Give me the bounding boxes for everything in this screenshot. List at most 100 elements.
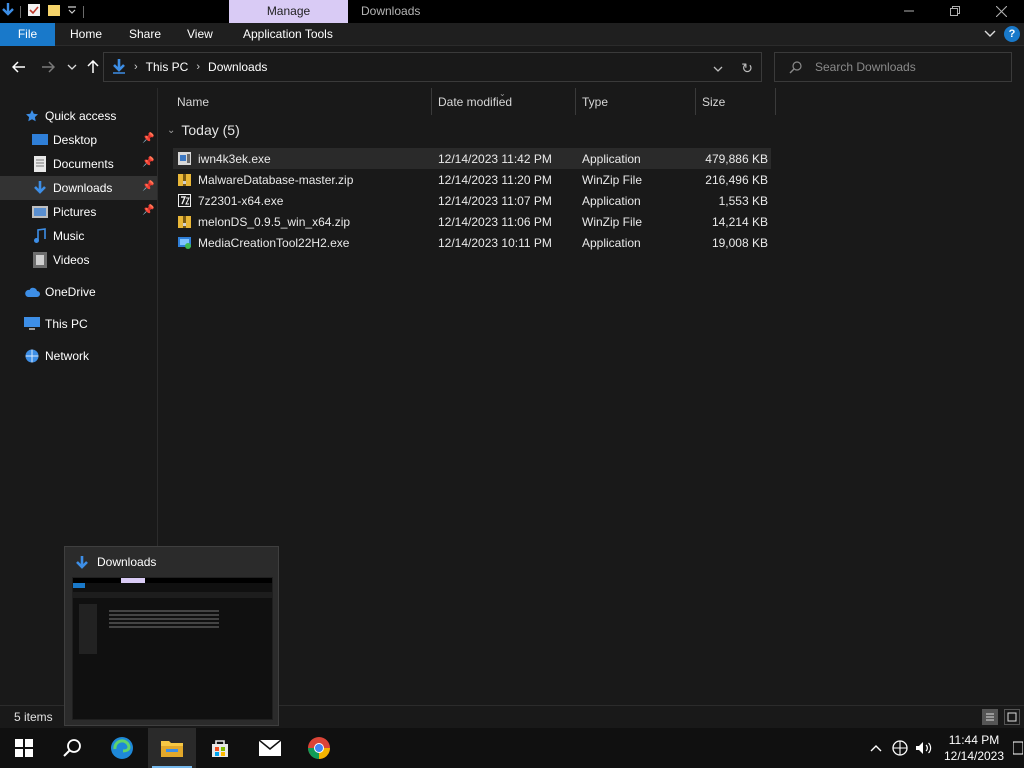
exe-icon [177,151,192,166]
file-row[interactable]: MediaCreationTool22H2.exe 12/14/2023 10:… [173,232,771,253]
large-icons-view-button[interactable] [1004,709,1020,725]
file-size: 479,886 KB [705,151,768,166]
details-view-icon [986,713,994,721]
item-count: 5 items [14,710,53,724]
qat-divider [20,5,21,18]
taskbar-store-button[interactable] [196,728,244,768]
column-header-date-modified[interactable]: Date modified [438,88,512,115]
zip-icon [177,172,192,187]
nav-item-network[interactable]: Network [0,344,157,368]
quick-access-toolbar [0,0,84,23]
pin-icon: 📌 [142,157,155,168]
network-status-button[interactable] [888,728,912,768]
taskbar-mail-button[interactable] [246,728,294,768]
address-history-chevron-icon[interactable] [713,61,723,75]
file-date: 12/14/2023 10:11 PM [438,235,552,250]
tab-application-tools[interactable]: Application Tools [243,23,333,46]
ribbon-tabs: File Home Share View Application Tools ? [0,23,1024,46]
chevron-down-icon [67,64,77,70]
file-name: melonDS_0.9.5_win_x64.zip [198,214,351,229]
tab-view[interactable]: View [187,23,213,46]
search-input[interactable] [815,53,1005,81]
taskbar-chrome-button[interactable] [295,728,343,768]
nav-item-documents[interactable]: Documents 📌 [0,152,157,176]
tab-file[interactable]: File [0,23,55,46]
file-row[interactable]: MalwareDatabase-master.zip 12/14/2023 11… [173,169,771,190]
edge-icon [111,737,133,759]
expand-ribbon-icon[interactable] [984,27,996,41]
nav-item-pictures[interactable]: Pictures 📌 [0,200,157,224]
nav-label-videos: Videos [53,253,90,267]
nav-item-this-pc[interactable]: This PC [0,312,157,336]
close-button[interactable] [978,0,1024,22]
start-button[interactable] [0,728,48,768]
chevron-down-icon: ⌄ [167,124,176,136]
file-size: 14,214 KB [711,214,768,229]
nav-item-videos[interactable]: Videos [0,248,157,272]
volume-button[interactable] [912,728,936,768]
breadcrumb-separator-icon: › [196,61,201,73]
column-divider[interactable] [431,88,432,115]
taskbar-edge-button[interactable] [98,728,146,768]
nav-item-music[interactable]: Music [0,224,157,248]
file-type: Application [582,193,641,208]
notifications-button[interactable] [1012,728,1024,768]
properties-icon[interactable] [27,3,41,20]
pin-icon: 📌 [142,133,155,144]
tab-home[interactable]: Home [70,23,102,46]
column-divider[interactable] [775,88,776,115]
customize-qat-icon[interactable] [67,3,77,20]
file-row[interactable]: melonDS_0.9.5_win_x64.zip 12/14/2023 11:… [173,211,771,232]
minimize-button[interactable] [886,0,932,22]
clock-time: 11:44 PM [948,733,1000,747]
thumbnail-title: Downloads [97,555,157,569]
taskbar-thumbnail-preview[interactable]: Downloads [64,546,279,726]
manage-contextual-tab[interactable]: Manage [229,0,348,23]
breadcrumb: › This PC › Downloads [112,53,267,81]
file-row[interactable]: 7z2301-x64.exe 12/14/2023 11:07 PM Appli… [173,190,771,211]
column-header-type[interactable]: Type [582,88,608,115]
window-title: Downloads [361,4,421,18]
new-folder-icon[interactable] [47,3,61,20]
qat-divider-end [83,5,84,18]
tab-share[interactable]: Share [129,23,161,46]
column-divider[interactable] [695,88,696,115]
search-box[interactable] [774,52,1012,82]
chevron-up-icon [870,745,882,752]
breadcrumb-downloads[interactable]: Downloads [208,60,267,74]
nav-item-onedrive[interactable]: OneDrive [0,280,157,304]
file-row[interactable]: iwn4k3ek.exe 12/14/2023 11:42 PM Applica… [173,148,771,169]
back-button[interactable] [10,58,28,76]
nav-item-downloads[interactable]: Downloads 📌 [0,176,157,200]
file-name: MediaCreationTool22H2.exe [198,235,350,250]
column-header-name[interactable]: Name [177,88,209,115]
refresh-icon[interactable]: ↻ [741,60,753,77]
taskbar-search-button[interactable] [48,728,96,768]
show-hidden-icons-button[interactable] [864,728,888,768]
file-name: MalwareDatabase-master.zip [198,172,354,187]
taskbar-file-explorer-button[interactable] [148,728,196,768]
nav-item-desktop[interactable]: Desktop 📌 [0,128,157,152]
clock[interactable]: 11:44 PM 12/14/2023 [936,732,1012,764]
column-divider[interactable] [575,88,576,115]
recent-locations-button[interactable] [63,58,81,76]
nav-item-quick-access[interactable]: Quick access [0,104,157,128]
column-header-size[interactable]: Size [702,88,725,115]
minimize-icon [904,10,914,12]
help-button[interactable]: ? [1004,26,1020,42]
nav-label-this-pc: This PC [45,317,88,331]
file-type: Application [582,151,641,166]
restore-icon [950,6,960,16]
forward-button[interactable] [39,58,57,76]
address-bar[interactable]: › This PC › Downloads ↻ [103,52,762,82]
file-type: Application [582,235,641,250]
up-button[interactable] [84,58,102,76]
restore-button[interactable] [932,0,978,22]
breadcrumb-this-pc[interactable]: This PC [146,60,189,74]
download-arrow-icon[interactable] [2,2,14,21]
group-header-today[interactable]: ⌄ Today (5) [167,122,240,138]
details-view-button[interactable] [982,709,998,725]
view-toggle [982,709,1020,725]
file-type: WinZip File [582,214,643,229]
nav-label-music: Music [53,229,85,243]
